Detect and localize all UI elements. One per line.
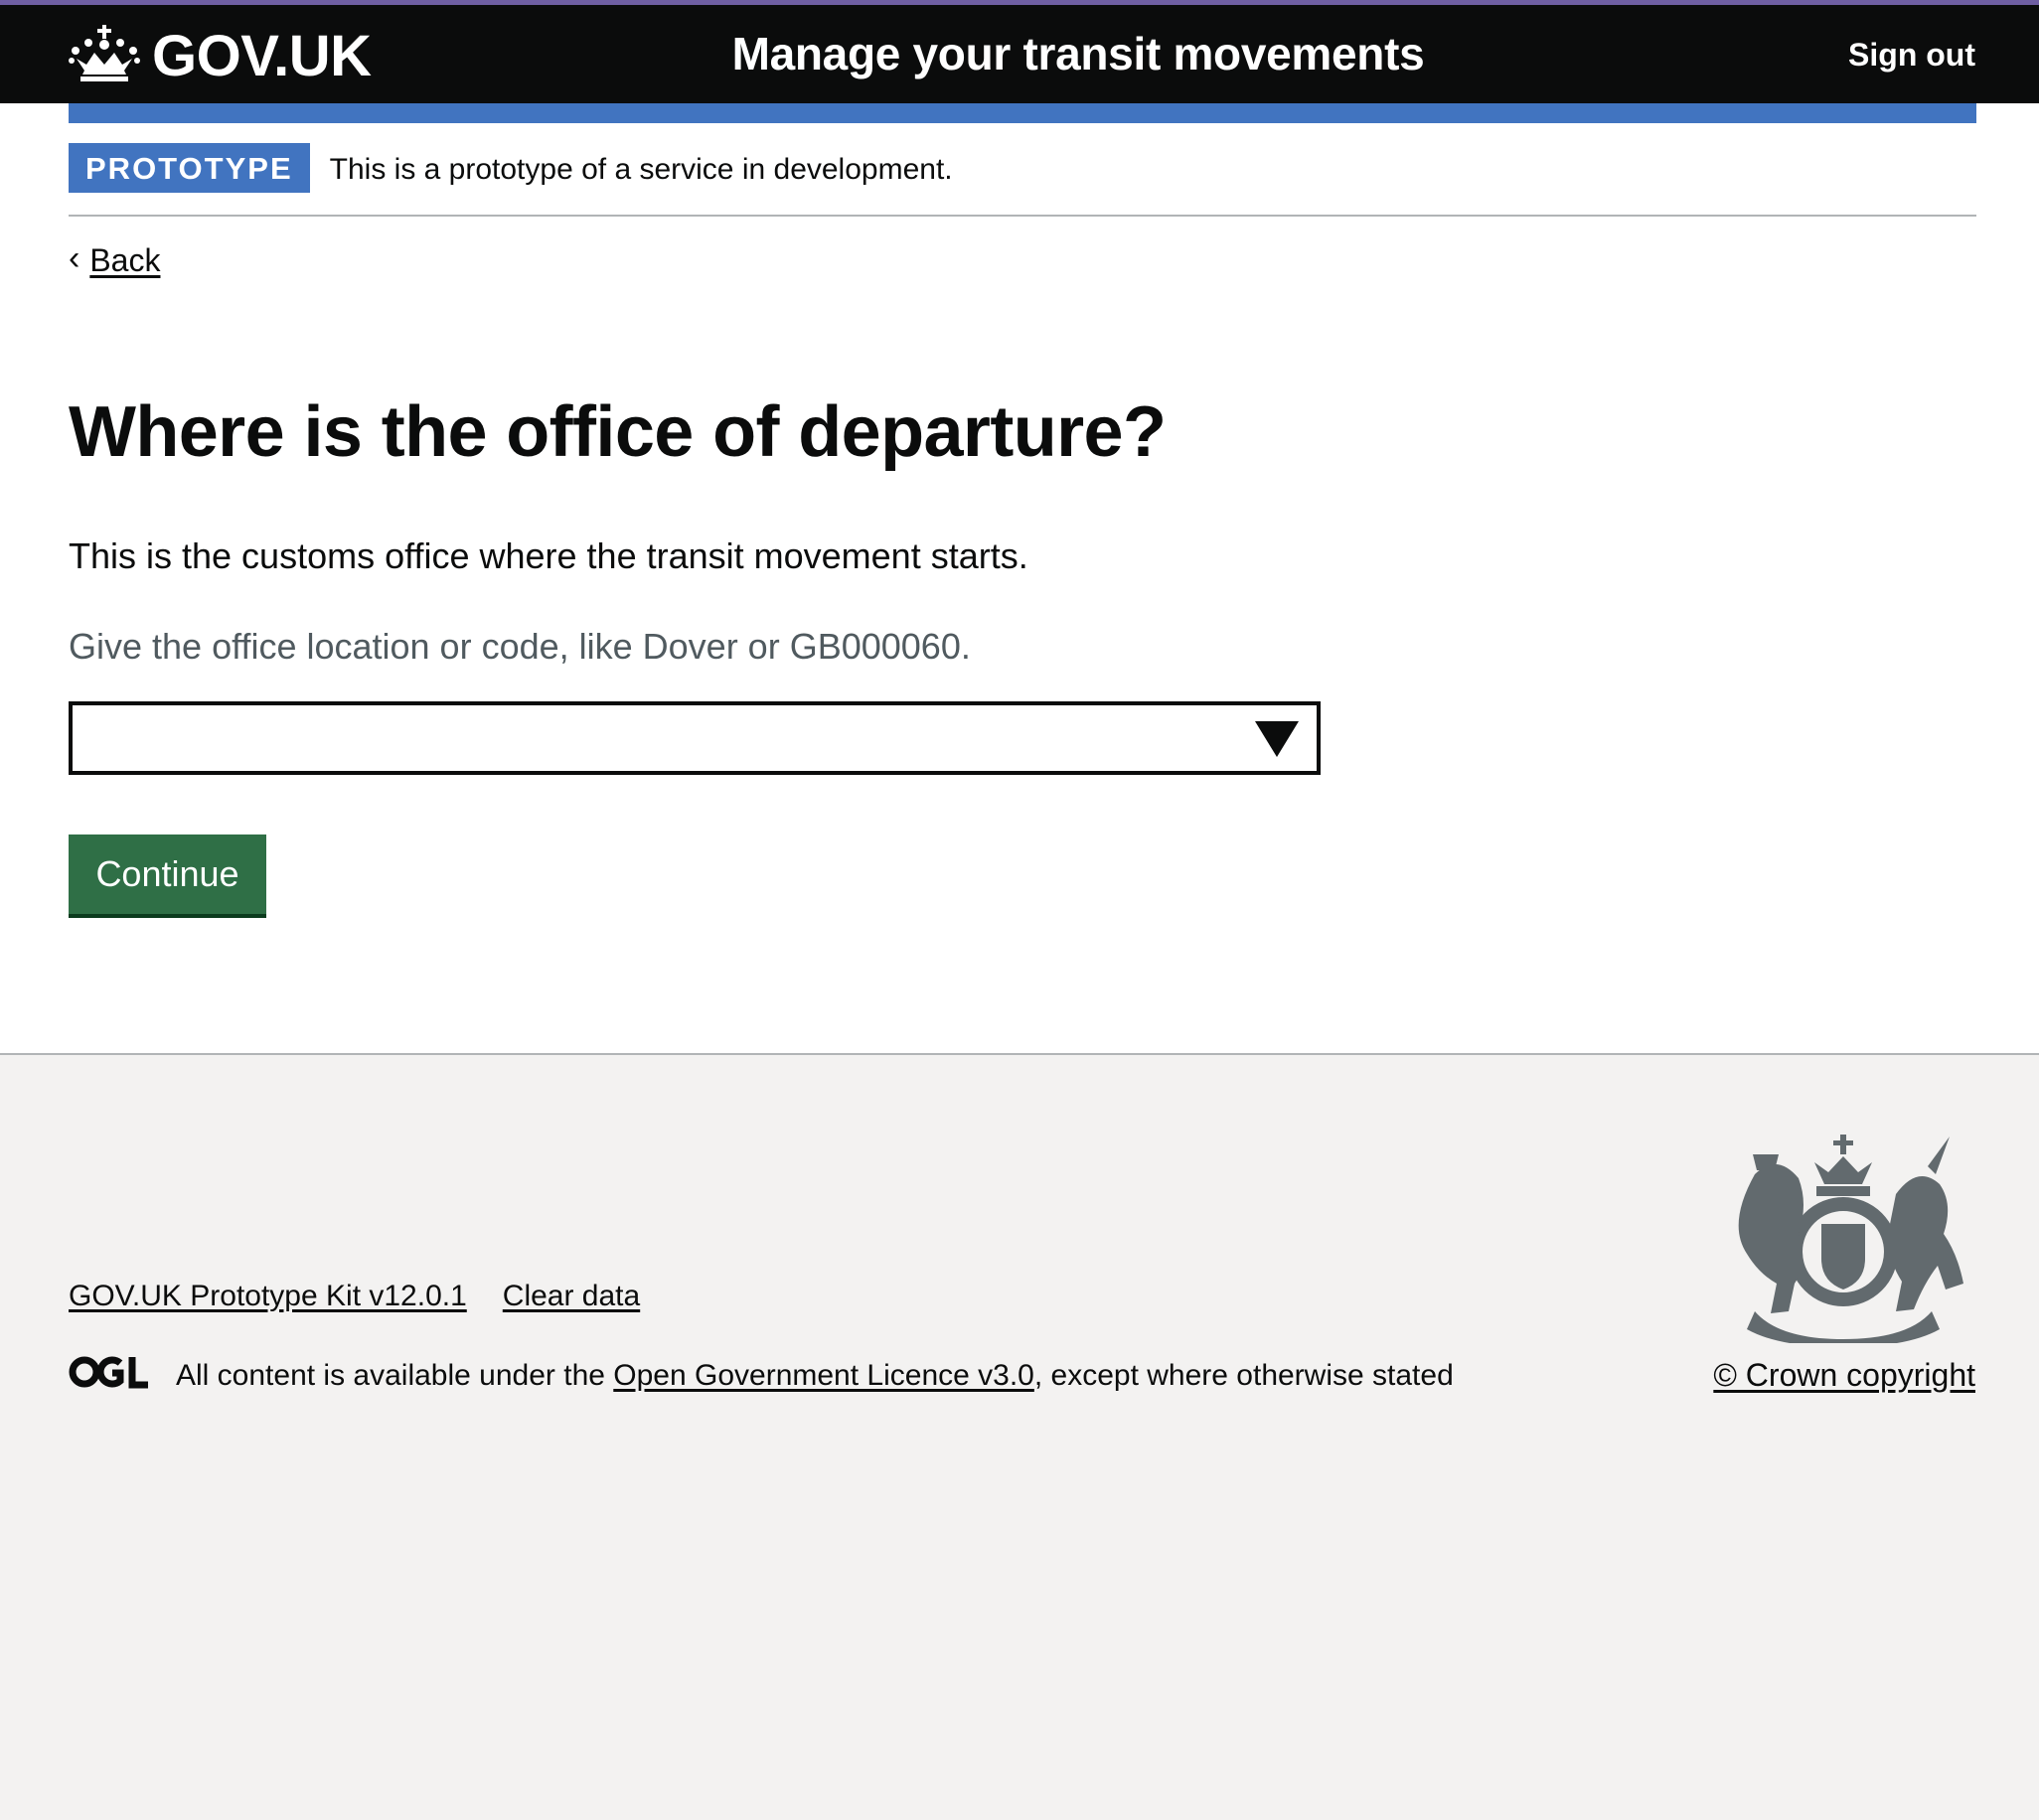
sign-out-link[interactable]: Sign out [1848, 37, 1975, 74]
back-link-container: ‹ Back [69, 239, 160, 279]
main-page: PROTOTYPE This is a prototype of a servi… [0, 103, 2039, 1053]
dropdown-arrow-icon[interactable] [1255, 721, 1299, 757]
office-of-departure-select[interactable] [69, 701, 1321, 775]
crown-copyright-link[interactable]: © Crown copyright [1713, 1357, 1975, 1394]
licence-statement: All content is available under the Open … [69, 1355, 1454, 1397]
continue-button[interactable]: Continue [69, 834, 266, 914]
ogl-logo-icon [69, 1355, 176, 1397]
royal-coat-of-arms-icon [1719, 1135, 1973, 1347]
back-link[interactable]: Back [89, 242, 160, 279]
licence-prefix: All content is available under the [176, 1359, 614, 1392]
chevron-left-icon: ‹ [69, 239, 80, 277]
footer-links: GOV.UK Prototype Kit v12.0.1 Clear data [69, 1280, 640, 1313]
phase-tag: PROTOTYPE [69, 143, 310, 193]
page-description: This is the customs office where the tra… [69, 535, 1028, 576]
page-title: Where is the office of departure? [69, 392, 1167, 472]
header-blue-bar [69, 103, 1976, 123]
clear-data-link[interactable]: Clear data [503, 1280, 640, 1313]
site-footer: GOV.UK Prototype Kit v12.0.1 Clear data … [0, 1053, 2039, 1820]
ogl-link[interactable]: Open Government Licence v3.0 [613, 1359, 1034, 1393]
prototype-kit-link[interactable]: GOV.UK Prototype Kit v12.0.1 [69, 1280, 467, 1313]
site-header: GOV.UK Manage your transit movements Sig… [0, 0, 2039, 103]
service-name-link[interactable]: Manage your transit movements [0, 27, 2039, 80]
licence-suffix: , except where otherwise stated [1033, 1359, 1454, 1392]
phase-banner-text: This is a prototype of a service in deve… [329, 153, 953, 186]
field-hint: Give the office location or code, like D… [69, 626, 971, 667]
phase-banner: PROTOTYPE This is a prototype of a servi… [69, 143, 1976, 217]
